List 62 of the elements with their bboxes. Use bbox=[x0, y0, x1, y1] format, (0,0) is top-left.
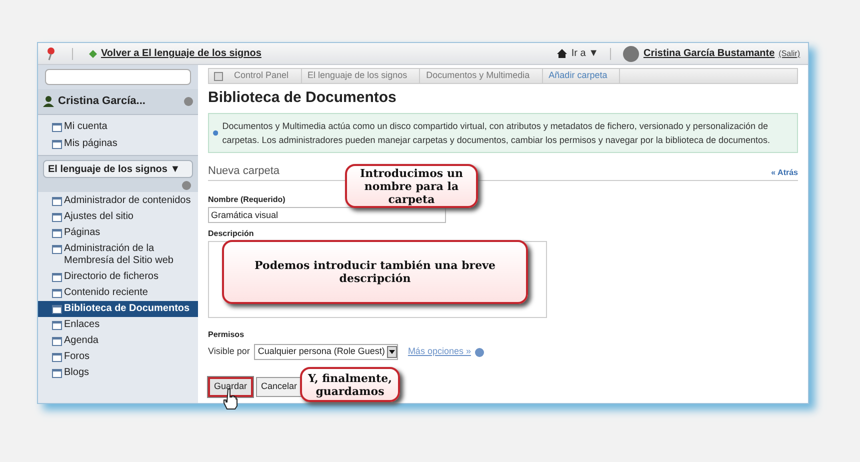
avatar-icon bbox=[623, 46, 640, 62]
page-icon bbox=[52, 229, 62, 238]
sidebar-item[interactable]: Páginas bbox=[38, 225, 198, 241]
sidebar-item[interactable]: Administrador de contenidos bbox=[38, 193, 198, 209]
name-field[interactable]: Gramática visual bbox=[208, 207, 446, 223]
sidebar-item[interactable]: Ajustes del sitio bbox=[38, 209, 198, 225]
page-icon bbox=[52, 140, 62, 149]
sidebar-item[interactable]: Directorio de ficheros bbox=[38, 269, 198, 285]
field-label: Permisos bbox=[208, 329, 244, 341]
sidebar-item[interactable]: Agenda bbox=[38, 333, 198, 349]
page-title: Biblioteca de Documentos bbox=[208, 88, 398, 108]
home-icon bbox=[557, 49, 568, 58]
page-icon bbox=[52, 245, 62, 254]
field-label: Nombre (Requerido) bbox=[208, 194, 286, 206]
diamond-icon bbox=[89, 50, 97, 58]
field-label: Descripción bbox=[208, 228, 254, 240]
collapse-icon[interactable] bbox=[184, 97, 193, 106]
page-icon bbox=[52, 337, 62, 346]
page-icon bbox=[52, 321, 62, 330]
page-icon bbox=[52, 123, 62, 132]
collapse-icon[interactable] bbox=[182, 181, 191, 190]
search-field[interactable] bbox=[45, 69, 191, 85]
back-link[interactable]: « Atrás bbox=[771, 167, 798, 179]
sidebar-item[interactable]: Foros bbox=[38, 349, 198, 365]
sidebar-item[interactable]: Biblioteca de Documentos bbox=[38, 301, 198, 317]
page-icon bbox=[52, 213, 62, 222]
page-icon bbox=[52, 369, 62, 378]
page-icon bbox=[52, 353, 62, 362]
sidebar-item[interactable]: Enlaces bbox=[38, 317, 198, 333]
sign-out-link[interactable]: (Salir) bbox=[778, 48, 800, 60]
sidebar-item[interactable]: Contenido reciente bbox=[38, 285, 198, 301]
help-icon bbox=[213, 128, 218, 138]
user-icon bbox=[43, 96, 54, 107]
section-title: Nueva carpeta bbox=[208, 164, 280, 178]
callout-tooltip: Introducimos un nombre para la carpeta bbox=[345, 164, 478, 208]
sidebar-item[interactable]: Blogs bbox=[38, 365, 198, 381]
save-button[interactable]: Guardar bbox=[208, 377, 254, 397]
callout-tooltip: Podemos introducir también una breve descripción bbox=[222, 240, 528, 304]
sidebar-item[interactable]: Administración de la Membresía del Sitio web bbox=[38, 241, 198, 269]
field-label: Visible por bbox=[208, 345, 250, 358]
menu-link[interactable]: Mis páginas bbox=[64, 136, 118, 151]
page-icon bbox=[52, 289, 62, 298]
back-link[interactable]: Volver a El lenguaje de los signos bbox=[101, 46, 262, 61]
breadcrumb-link[interactable]: Control Panel bbox=[228, 69, 302, 83]
go-to-menu[interactable]: Ir a ▼ bbox=[571, 46, 598, 61]
callout-tooltip: Y, finalmente, guardamos bbox=[300, 367, 400, 402]
user-name-link[interactable]: Cristina García Bustamante bbox=[643, 46, 775, 61]
panel-icon bbox=[214, 72, 223, 80]
page-icon bbox=[52, 305, 62, 314]
menu-link[interactable]: Mi cuenta bbox=[64, 119, 108, 134]
page-icon bbox=[52, 273, 62, 282]
help-icon bbox=[474, 348, 484, 356]
breadcrumb-link[interactable]: Documentos y Multimedia bbox=[420, 69, 543, 83]
site-selector[interactable]: El lenguaje de los signos ▼ bbox=[43, 160, 193, 178]
info-text: Documentos y Multimedia actúa como un disco compartido virtual, con atributos y metadatos de fichero, versionado y personalización de carpetas. Los administradores pueden manejar carpetas y documentos, cambiar los permisos y navegar por la biblioteca de documentos. bbox=[222, 120, 771, 146]
page-icon bbox=[52, 197, 62, 206]
breadcrumb-link[interactable]: El lenguaje de los signos bbox=[302, 69, 420, 83]
caret-icon bbox=[386, 346, 397, 358]
user-name: Cristina García... bbox=[58, 94, 146, 110]
visibility-dropdown[interactable]: Cualquier persona (Role Guest) bbox=[254, 344, 398, 360]
cancel-button[interactable]: Cancelar bbox=[256, 377, 302, 397]
pin-icon bbox=[46, 46, 56, 60]
